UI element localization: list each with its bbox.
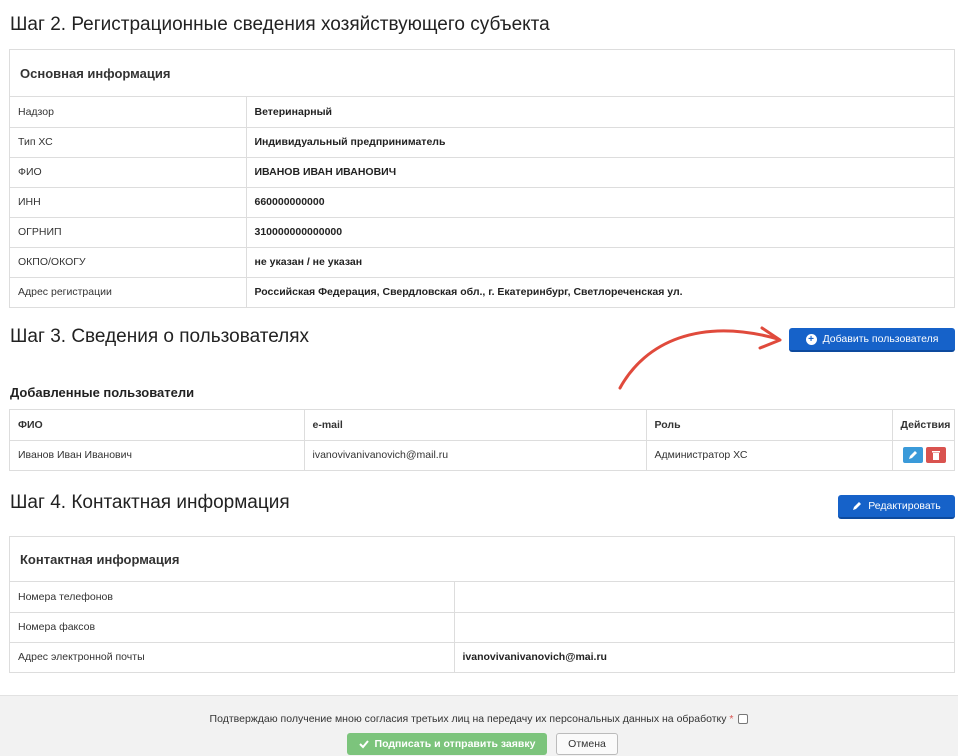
table-row: Тип ХС Индивидуальный предприниматель [10,127,954,158]
row-value: 310000000000000 [245,217,954,248]
user-role: Администратор ХС [645,440,892,470]
table-row: Адрес электронной почты ivanovivanivanovi… [10,642,954,672]
add-user-button[interactable]: + Добавить пользователя [789,328,955,352]
row-label: ОКПО/ОКОГУ [10,247,246,278]
added-users-subtitle: Добавленные пользователи [10,385,195,400]
step4-title: Шаг 4. Контактная информация [10,492,290,513]
step3-title: Шаг 3. Сведения о пользователях [10,326,310,347]
row-label: ИНН [10,187,246,218]
checkmark-icon [358,740,369,749]
table-row: Номера факсов [10,612,954,643]
row-value: Российская Федерация, Свердловская обл.,… [245,277,954,307]
table-row: ОКПО/ОКОГУ не указан / не указан [10,247,954,278]
row-value [453,612,954,643]
contact-info-panel-title: Контактная информация [10,537,954,582]
contact-info-panel: Контактная информация Номера телефонов Н… [9,536,955,673]
page: Шаг 2. Регистрационные сведения хозяйств… [0,0,958,756]
row-value: 660000000000 [245,187,954,218]
edit-contacts-button[interactable]: Редактировать [838,495,955,519]
submit-button[interactable]: Подписать и отправить заявку [347,733,547,755]
pencil-icon [853,502,862,510]
required-mark: * [729,713,734,725]
main-info-panel: Основная информация Надзор Ветеринарный Т… [9,49,955,308]
main-info-table: Надзор Ветеринарный Тип ХС Индивидуальный … [10,97,954,307]
row-value: Ветеринарный [245,97,954,128]
consent-text: Подтверждаю получение мною согласия трет… [209,713,727,725]
row-value: ИВАНОВ ИВАН ИВАНОВИЧ [245,157,954,188]
plus-circle-icon: + [805,333,817,345]
consent-line: Подтверждаю получение мною согласия трет… [0,713,958,725]
table-row: Адрес регистрации Российская Федерация, С… [10,277,954,307]
column-header: ФИО [10,410,304,441]
step2-title: Шаг 2. Регистрационные сведения хозяйств… [10,14,550,35]
user-actions [891,440,954,470]
users-panel: ФИО e-mail Роль Действия Иванов Иван Ива… [9,409,955,471]
table-row: Номера телефонов [10,582,954,613]
row-label: Адрес регистрации [18,286,112,299]
delete-user-button[interactable] [926,447,946,464]
edit-user-button[interactable] [903,447,924,464]
row-value: Индивидуальный предприниматель [245,127,954,158]
row-label: Адрес электронной почты [18,651,145,664]
edit-contacts-label: Редактировать [868,500,941,512]
annotation-arrow [618,326,782,390]
column-header: Роль [645,410,892,441]
row-label: ОГРНИП [10,217,246,248]
users-table: ФИО e-mail Роль Действия Иванов Иван Ива… [10,410,954,470]
row-label: ФИО [10,157,246,188]
pencil-icon [909,451,918,460]
form-footer: Подтверждаю получение мною согласия трет… [0,695,958,756]
table-row: ИНН 660000000000 [10,187,954,218]
row-label: Надзор [10,97,246,128]
row-label: Номера телефонов [10,582,454,613]
main-info-panel-title: Основная информация [10,50,954,97]
table-row: Иванов Иван Иванович ivanovivanivanovich… [10,440,954,470]
column-header: Действия [891,410,954,441]
submit-label: Подписать и отправить заявку [374,738,536,750]
table-row: ОГРНИП 310000000000000 [10,217,954,248]
table-row: ФИО ИВАНОВ ИВАН ИВАНОВИЧ [10,157,954,188]
table-header-row: ФИО e-mail Роль Действия [10,410,954,441]
cancel-button[interactable]: Отмена [556,733,618,755]
contact-info-table: Номера телефонов Номера факсов Адрес эле… [10,582,954,672]
annotation-arrow-line [618,329,780,390]
user-email: ivanovivanivanovich@mail.ru [303,440,646,470]
table-row: Надзор Ветеринарный [10,97,954,128]
trash-icon [932,451,940,461]
row-label: Тип ХС [10,127,246,158]
column-header: e-mail [303,410,646,441]
add-user-label: Добавить пользователя [822,333,939,345]
user-name: Иванов Иван Иванович [18,449,132,462]
consent-checkbox[interactable] [738,714,749,724]
row-value: ivanovivanivanovich@mai.ru [453,642,954,672]
row-value: не указан / не указан [245,247,954,278]
row-label: Номера факсов [10,612,454,643]
row-value [453,582,954,613]
